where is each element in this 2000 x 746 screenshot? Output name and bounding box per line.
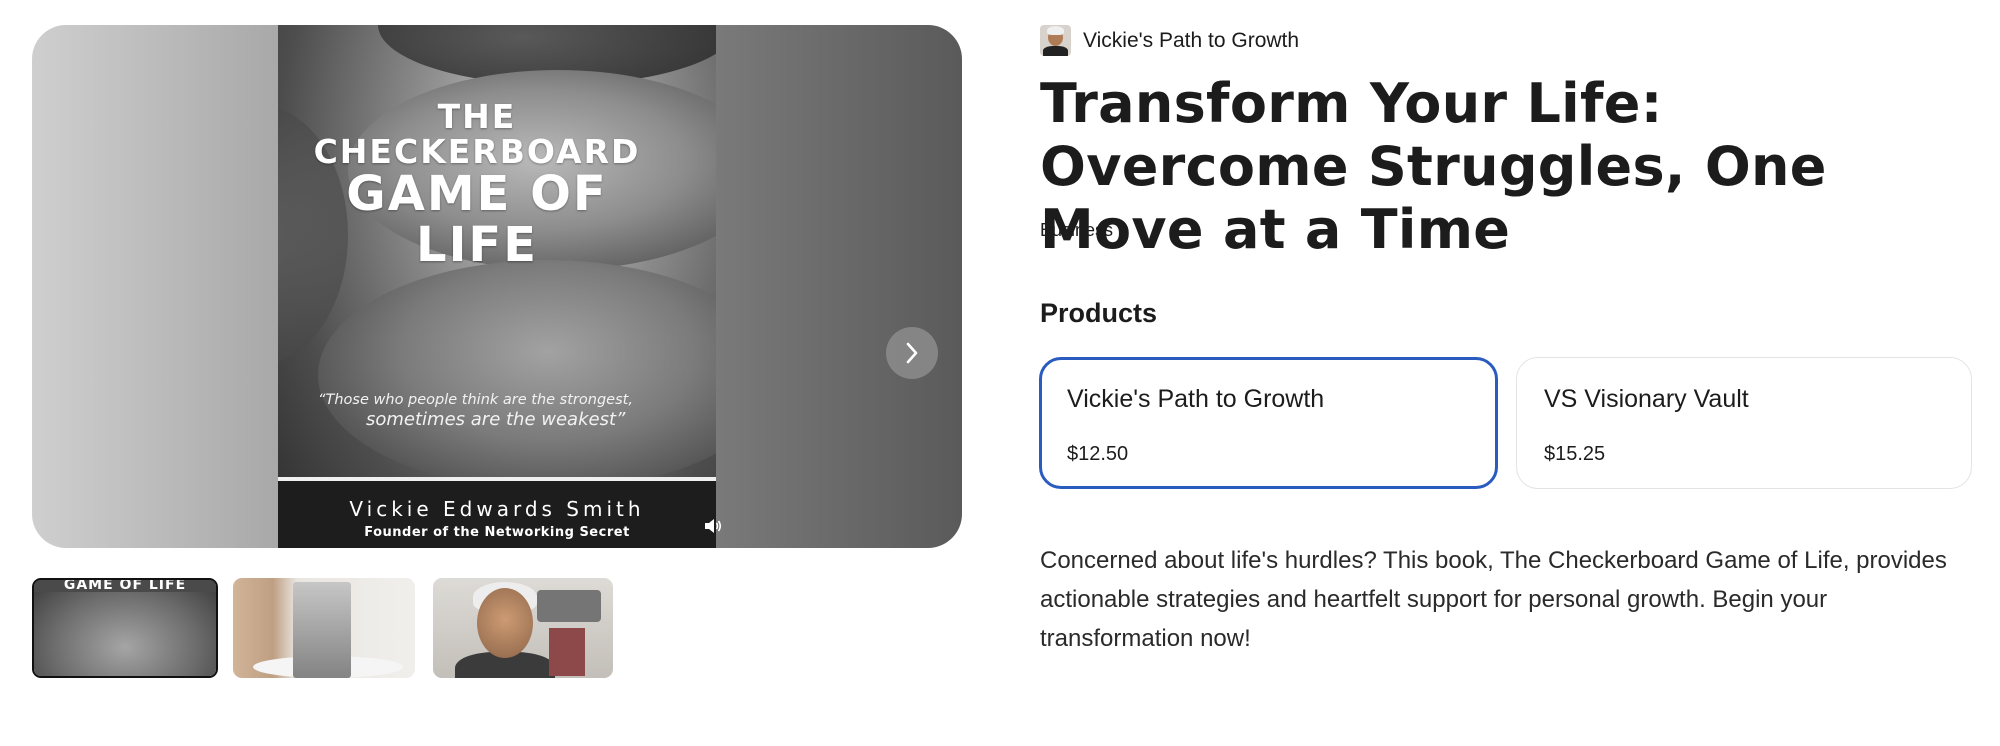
- next-image-button[interactable]: [886, 327, 938, 379]
- cover-title-line1: THE CHECKERBOARD: [313, 97, 641, 171]
- cover-author: Vickie Edwards Smith: [349, 497, 645, 521]
- thumbnail-1[interactable]: GAME OF LIFE: [32, 578, 218, 678]
- cover-footer: Vickie Edwards Smith Founder of the Netw…: [278, 481, 716, 548]
- thumbnail-3[interactable]: [433, 578, 613, 678]
- category-label[interactable]: Business: [1040, 220, 1113, 241]
- product-name: Vickie's Path to Growth: [1067, 385, 1325, 413]
- cover-title-line2: GAME OF LIFE: [346, 166, 608, 273]
- product-price: $15.25: [1544, 443, 1606, 465]
- products-heading: Products: [1040, 298, 1158, 328]
- book-cover-image: THE CHECKERBOARD GAME OF LIFE “Those who…: [278, 25, 716, 548]
- product-card-vs-visionary-vault[interactable]: VS Visionary Vault $15.25: [1516, 357, 1972, 489]
- shop-name: Vickie's Path to Growth: [1083, 28, 1300, 52]
- cover-title: THE CHECKERBOARD GAME OF LIFE: [278, 97, 676, 273]
- shop-link[interactable]: Vickie's Path to Growth: [1040, 25, 1299, 56]
- chevron-right-icon: [906, 342, 918, 364]
- cover-quote-line2: sometimes are the weakest”: [366, 409, 626, 431]
- book-image: [293, 582, 351, 678]
- cover-quote-line1: “Those who people think are the stronges…: [318, 392, 633, 408]
- author-photo: [477, 588, 533, 658]
- product-card-vickies-path-to-growth[interactable]: Vickie's Path to Growth $12.50: [1039, 357, 1498, 489]
- cover-quote: “Those who people think are the stronges…: [318, 392, 658, 431]
- product-description: Concerned about life's hurdles? This boo…: [1040, 547, 1947, 652]
- page-title: Transform Your Life: Overcome Struggles,…: [1040, 72, 1827, 261]
- thumbnail-2[interactable]: [233, 578, 415, 678]
- shop-avatar: [1040, 25, 1071, 56]
- speaker-icon[interactable]: [700, 513, 726, 539]
- product-price: $12.50: [1067, 443, 1129, 465]
- cover-stone: [318, 260, 716, 490]
- thumbnail-label: GAME OF LIFE: [63, 578, 187, 593]
- product-name: VS Visionary Vault: [1544, 385, 1749, 413]
- media-viewer[interactable]: THE CHECKERBOARD GAME OF LIFE “Those who…: [32, 25, 962, 548]
- cover-author-role: Founder of the Networking Secret: [364, 525, 630, 540]
